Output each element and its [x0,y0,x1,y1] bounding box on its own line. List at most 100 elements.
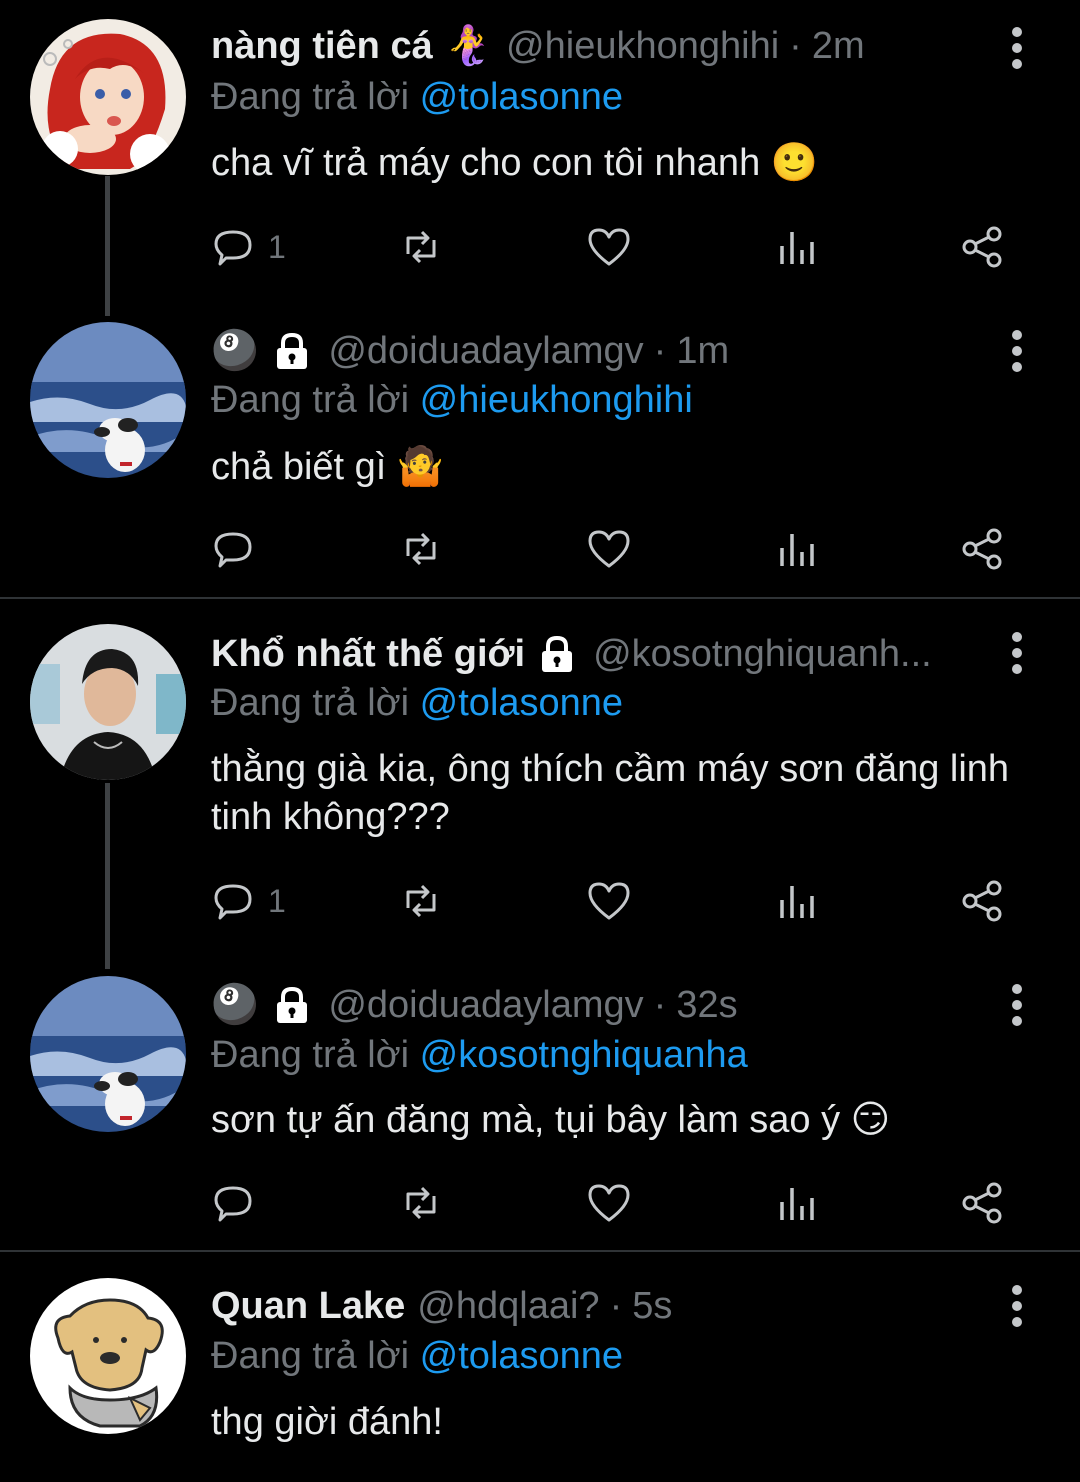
like-button[interactable] [586,523,632,575]
views-button[interactable] [774,1177,820,1229]
tweet-header: 🎱 @doiduadaylamgv · 32s [211,979,1000,1031]
replying-to-label: Đang trả lời [211,682,410,724]
tweet-header: nàng tiên cá 🧜‍♀️ @hieukhonghihi · 2m [211,20,1000,72]
avatar-person-image [30,624,186,780]
analytics-icon [780,534,814,566]
user-handle[interactable]: @hieukhonghihi [506,20,779,72]
tweet-header: Khổ nhất thế giới @kosotnghiquanh... [211,628,1000,680]
heart-icon [588,530,630,568]
share-button[interactable] [960,875,1006,927]
replying-to-label: Đang trả lời [211,76,410,118]
timestamp[interactable]: 1m [676,325,729,377]
avatar[interactable] [30,976,186,1132]
share-button[interactable] [960,1177,1006,1229]
replying-to: Đang trả lời @tolasonne [211,1332,623,1380]
reply-button[interactable]: 1 [212,875,286,927]
separator-dot: · [653,330,667,372]
avatar-mermaid-image [30,19,186,175]
analytics-icon [780,1188,814,1220]
reply-count: 1 [268,882,286,919]
replying-to-label: Đang trả lời [211,1034,410,1076]
tweet-text: cha vĩ trả máy cho con tôi nhanh 🙂 [211,142,819,184]
more-vertical-icon[interactable] [1003,26,1031,70]
avatar[interactable] [30,322,186,478]
retweet-icon [406,1186,436,1220]
views-button[interactable] [774,875,820,927]
retweet-button[interactable] [398,221,444,273]
reply-count: 1 [268,228,286,265]
replying-to: Đang trả lời @tolasonne [211,679,623,727]
more-vertical-icon[interactable] [1003,1284,1031,1328]
avatar[interactable] [30,624,186,780]
views-button[interactable] [774,523,820,575]
reply-icon [214,230,252,266]
reply-icon [214,884,252,920]
avatar-sea-image [30,322,186,478]
separator-dot: · [609,1285,623,1327]
avatar-dog-sticker-image [30,1278,186,1434]
display-name[interactable]: Quan Lake [211,1280,405,1332]
retweet-button[interactable] [398,523,444,575]
display-name[interactable]: Khổ nhất thế giới [211,628,525,680]
thread-connector [105,176,110,316]
reply-mention-link[interactable]: @tolasonne [420,76,623,118]
replying-to-label: Đang trả lời [211,1335,410,1377]
tweet-actions: 1 [210,875,1010,927]
tweet-text: thg giời đánh! [211,1401,443,1443]
retweet-icon [406,230,436,264]
replying-to: Đang trả lời @kosotnghiquanha [211,1031,748,1079]
tweet-actions [210,1177,1010,1229]
replying-to: Đang trả lời @hieukhonghihi [211,376,693,424]
retweet-icon [406,884,436,918]
retweet-icon [406,532,436,566]
analytics-icon [780,886,814,918]
separator-dot: · [789,25,802,67]
share-icon [962,226,1002,268]
reply-icon [214,532,252,568]
like-button[interactable] [586,1177,632,1229]
reply-mention-link[interactable]: @hieukhonghihi [420,379,693,421]
reply-mention-link[interactable]: @tolasonne [420,682,623,724]
conversation-divider [0,597,1080,599]
conversation-divider [0,1250,1080,1252]
more-vertical-icon[interactable] [1003,631,1031,675]
share-button[interactable] [960,221,1006,273]
tweet-text: chả biết gì 🤷 [211,446,445,488]
reply-button[interactable] [212,523,268,575]
reply-mention-link[interactable]: @tolasonne [420,1335,623,1377]
timestamp[interactable]: 2m [812,20,865,72]
share-icon [962,1182,1002,1224]
user-handle[interactable]: @doiduadaylamgv [328,979,643,1031]
user-handle[interactable]: @doiduadaylamgv [328,325,643,377]
reply-button[interactable] [212,1177,268,1229]
views-button[interactable] [774,221,820,273]
timestamp[interactable]: 32s [676,979,737,1031]
heart-icon [588,1184,630,1222]
lock-icon [277,332,308,369]
tweet-text: thằng già kia, ông thích cầm máy sơn đăn… [211,748,1010,838]
display-name[interactable]: nàng tiên cá [211,20,433,72]
name-emoji: 🧜‍♀️ [444,25,493,67]
thread-connector [105,783,110,969]
user-handle[interactable]: @kosotnghiquanh... [593,628,932,680]
reply-button[interactable]: 1 [212,221,286,273]
share-icon [962,528,1002,570]
share-button[interactable] [960,523,1006,575]
heart-icon [588,882,630,920]
like-button[interactable] [586,221,632,273]
retweet-button[interactable] [398,1177,444,1229]
timestamp[interactable]: 5s [632,1280,672,1332]
user-handle[interactable]: @hdqlaai? [417,1280,599,1332]
more-vertical-icon[interactable] [1003,329,1031,373]
analytics-icon [780,232,814,264]
more-vertical-icon[interactable] [1003,983,1031,1027]
lock-icon [542,635,573,672]
reply-mention-link[interactable]: @kosotnghiquanha [420,1034,748,1076]
reply-icon [214,1186,252,1222]
avatar[interactable] [30,19,186,175]
like-button[interactable] [586,875,632,927]
tweet-text: sơn tự ấn đăng mà, tụi bây làm sao ý 😏 [211,1099,891,1141]
avatar[interactable] [30,1278,186,1434]
retweet-button[interactable] [398,875,444,927]
tweet-actions: 1 [210,221,1010,273]
